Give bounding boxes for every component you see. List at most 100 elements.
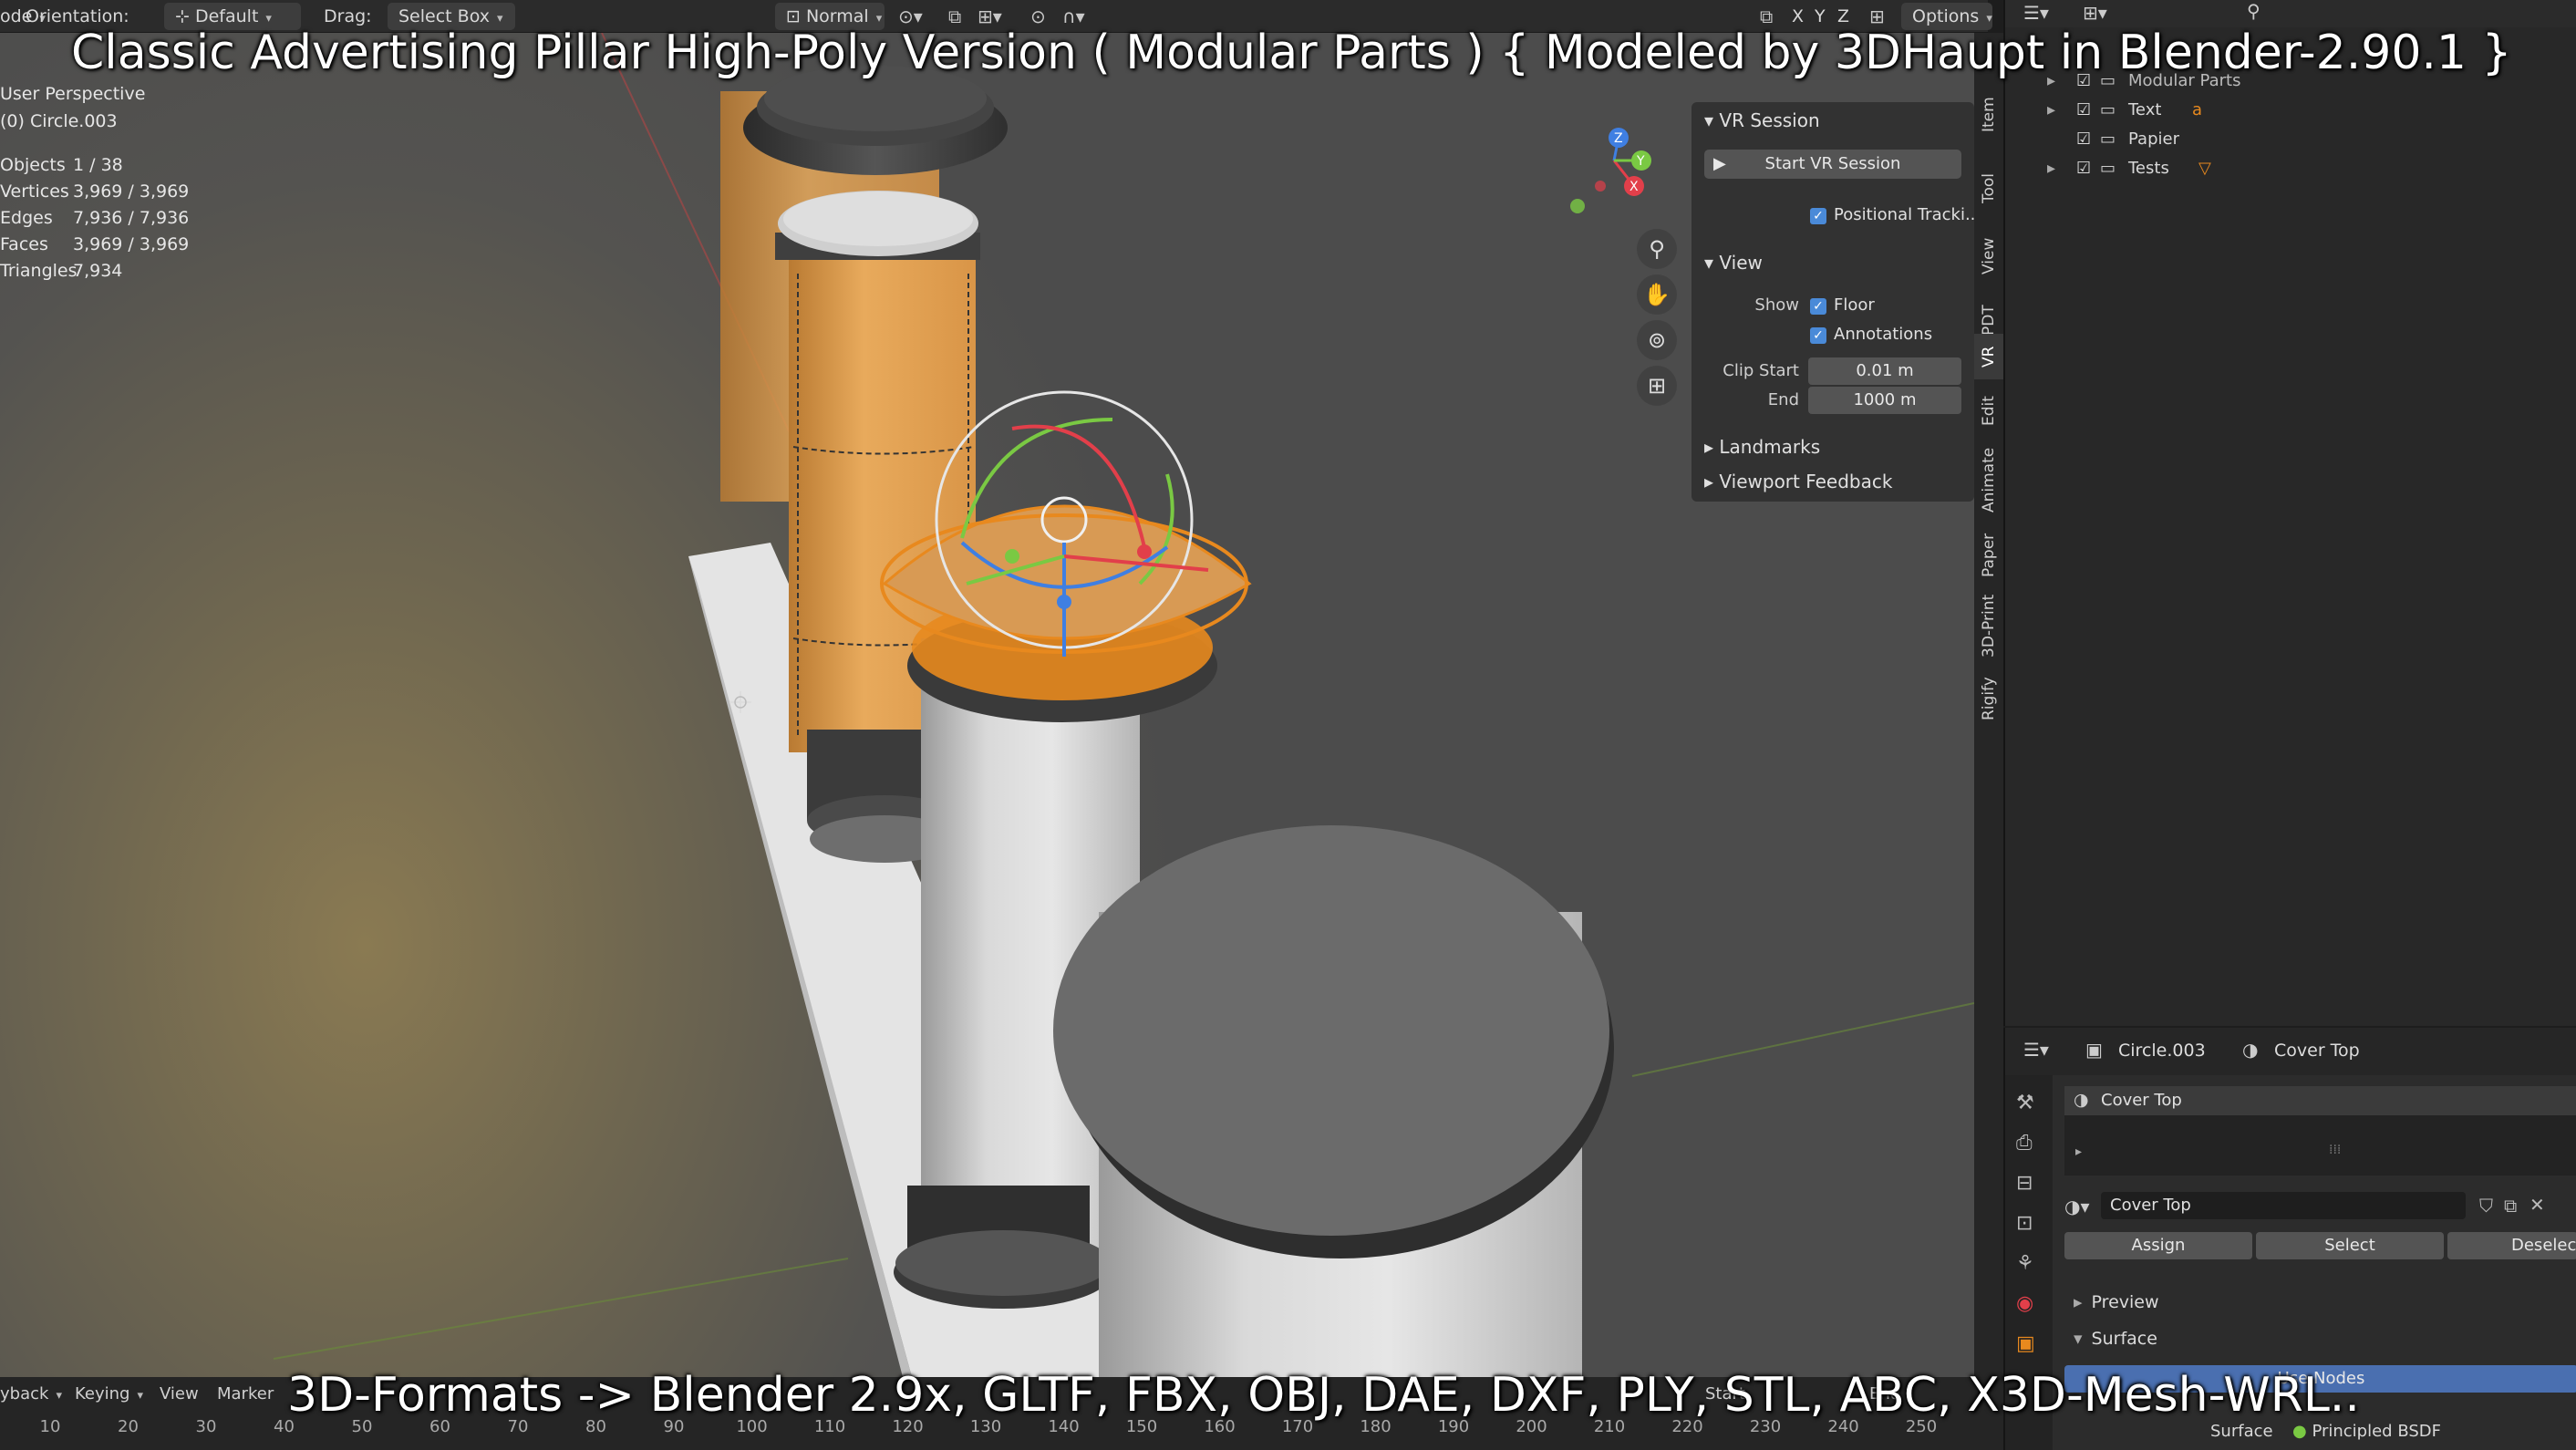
checkbox-icon[interactable]: ☑: [2076, 129, 2091, 149]
resize-handle-icon[interactable]: ⁞⁞⁞: [2329, 1143, 2341, 1157]
checkbox-icon[interactable]: ☑: [2076, 100, 2091, 119]
start-vr-session-button[interactable]: ▶ Start VR Session: [1704, 150, 1961, 179]
select-button[interactable]: Select: [2256, 1232, 2444, 1259]
chevron-right-icon: ▸: [1704, 436, 1720, 458]
svg-text:Z: Z: [1614, 131, 1623, 146]
landmarks-header[interactable]: ▸ Landmarks: [1704, 436, 1820, 458]
orientation-value: Default: [194, 6, 259, 26]
object-name: Circle.003: [2118, 1041, 2206, 1061]
camera-icon[interactable]: ⊚: [1637, 320, 1677, 360]
tab-vr[interactable]: VR: [1974, 334, 2003, 379]
navigation-gizmo[interactable]: Z X Y: [1550, 88, 1678, 224]
properties-header: ☰▾ ▣ Circle.003 ◑ Cover Top: [2005, 1028, 2576, 1075]
preview-section[interactable]: ▸ Preview: [2074, 1292, 2159, 1312]
output-tab-icon[interactable]: ⊟: [2016, 1172, 2033, 1195]
floor-checkbox[interactable]: ✓: [1810, 298, 1826, 315]
outliner-row-papier[interactable]: ☑ ▭ Papier: [2005, 124, 2576, 153]
annotations-checkbox[interactable]: ✓: [1810, 327, 1826, 344]
material-slot-row[interactable]: ◑ Cover Top: [2064, 1086, 2576, 1115]
orientation-icon: ⊹: [175, 6, 195, 26]
display-mode-icon[interactable]: ☰▾: [2023, 2, 2049, 24]
stat-triangles-label: Triangles: [0, 261, 78, 281]
outliner-label: Papier: [2128, 129, 2179, 149]
keying-menu[interactable]: Keying ▾: [75, 1384, 143, 1403]
object-tab-icon[interactable]: ▣: [2016, 1332, 2035, 1355]
collection-icon: ▭: [2100, 129, 2116, 149]
fake-user-shield-icon[interactable]: ⛉: [2479, 1195, 2493, 1217]
clip-end-label: End: [1767, 390, 1799, 409]
options-label: Options: [1912, 6, 1980, 26]
surface-shader-field[interactable]: ● Principled BSDF: [2292, 1422, 2441, 1441]
active-object-label: (0) Circle.003: [0, 111, 118, 131]
world-tab-icon[interactable]: ◉: [2016, 1292, 2033, 1315]
stat-objects-value: 1 / 38: [73, 155, 123, 175]
search-icon[interactable]: ⚲: [2247, 0, 2260, 22]
shading-value: Normal: [805, 6, 869, 26]
render-tab-icon[interactable]: ⎙: [2016, 1132, 2033, 1155]
outliner-label: Text: [2128, 100, 2162, 119]
chevron-down-icon: ▾: [56, 1389, 62, 1403]
expand-icon[interactable]: ▸: [2075, 1144, 2082, 1159]
mesh-object-icon: ▽: [2198, 159, 2211, 178]
checkbox-icon[interactable]: ☑: [2076, 159, 2091, 178]
clip-end-field[interactable]: 1000 m: [1808, 387, 1961, 414]
deselect-button[interactable]: Deselect: [2447, 1232, 2576, 1259]
title-overlay: Classic Advertising Pillar High-Poly Ver…: [71, 26, 2512, 80]
tab-view[interactable]: View: [1974, 224, 2003, 288]
tab-edit[interactable]: Edit: [1974, 384, 2003, 439]
tab-rigify[interactable]: Rigify: [1974, 667, 2003, 730]
normal-icon: ⊡: [786, 6, 806, 26]
slot-label: Cover Top: [2101, 1091, 2182, 1110]
scene-tab-icon[interactable]: ⚘: [2016, 1252, 2034, 1275]
browse-material-icon[interactable]: ◑▾: [2064, 1196, 2090, 1217]
view-layer-tab-icon[interactable]: ⊡: [2016, 1212, 2033, 1235]
positional-tracking-checkbox[interactable]: ✓: [1810, 208, 1826, 224]
surface-section[interactable]: ▾ Surface: [2074, 1329, 2157, 1349]
pan-hand-icon[interactable]: ✋: [1637, 274, 1677, 315]
outliner-row-tests[interactable]: ▸ ☑ ▭ Tests ▽: [2005, 153, 2576, 182]
play-icon: ▶: [1713, 154, 1726, 173]
chevron-down-icon: ▾: [1704, 109, 1720, 131]
stat-faces-label: Faces: [0, 234, 48, 254]
timeline-view-menu[interactable]: View: [160, 1384, 199, 1403]
zoom-icon[interactable]: ⚲: [1637, 229, 1677, 269]
material-datablock-row: ◑▾ Cover Top ⛉ ⧉ ✕: [2064, 1192, 2576, 1221]
viewport-feedback-header[interactable]: ▸ Viewport Feedback: [1704, 471, 1892, 492]
tab-item[interactable]: Item: [1974, 78, 2003, 151]
tab-paper[interactable]: Paper: [1974, 521, 2003, 589]
sidebar-vr-panel: ▾ VR Session ▶ Start VR Session ✓ Positio…: [1691, 102, 1974, 502]
ortho-grid-icon[interactable]: ⊞: [1637, 366, 1677, 406]
marker-menu[interactable]: Marker: [217, 1384, 274, 1403]
tool-tab-icon[interactable]: ⚒: [2016, 1092, 2034, 1114]
chevron-down-icon: ▾: [265, 12, 272, 26]
editor-type-icon[interactable]: ☰▾: [2023, 1039, 2049, 1061]
tab-3d-print[interactable]: 3D-Print: [1974, 585, 2003, 667]
duplicate-icon[interactable]: ⧉: [2504, 1195, 2517, 1217]
frame-tick: 20: [118, 1417, 139, 1436]
assign-button[interactable]: Assign: [2064, 1232, 2252, 1259]
unlink-close-icon[interactable]: ✕: [2529, 1194, 2545, 1216]
3d-viewport[interactable]: User Perspective (0) Circle.003 Objects …: [0, 33, 1974, 1377]
object-icon: ▣: [2085, 1039, 2103, 1061]
chevron-down-icon: ▾: [875, 12, 883, 26]
filter-icon[interactable]: ⊞▾: [2083, 2, 2107, 24]
clip-start-label: Clip Start: [1723, 361, 1799, 380]
tab-animate[interactable]: Animate: [1974, 434, 2003, 525]
view-section-header[interactable]: ▾ View: [1704, 252, 1763, 274]
view-name: User Perspective: [0, 84, 146, 104]
material-name-field[interactable]: Cover Top: [2101, 1192, 2466, 1219]
chevron-right-icon: ▸: [2074, 1292, 2083, 1312]
chevron-down-icon: ▾: [1704, 252, 1720, 274]
surface-label: Surface: [2210, 1422, 2273, 1441]
outliner-row-text[interactable]: ▸ ☑ ▭ Text a: [2005, 95, 2576, 124]
playback-menu[interactable]: yback ▾: [0, 1384, 62, 1403]
tab-tool[interactable]: Tool: [1974, 156, 2003, 220]
stat-vertices-label: Vertices: [0, 181, 69, 202]
clip-start-field[interactable]: 0.01 m: [1808, 357, 1961, 385]
stat-vertices-value: 3,969 / 3,969: [73, 181, 190, 202]
vr-session-header[interactable]: ▾ VR Session: [1704, 109, 1820, 131]
material-slot-list[interactable]: ◑ Cover Top ▸ ⁞⁞⁞: [2064, 1086, 2576, 1176]
collection-icon: ▭: [2100, 100, 2116, 119]
positional-tracking-label: Positional Tracki...: [1834, 205, 1974, 224]
chevron-right-icon: ▸: [2047, 100, 2056, 119]
